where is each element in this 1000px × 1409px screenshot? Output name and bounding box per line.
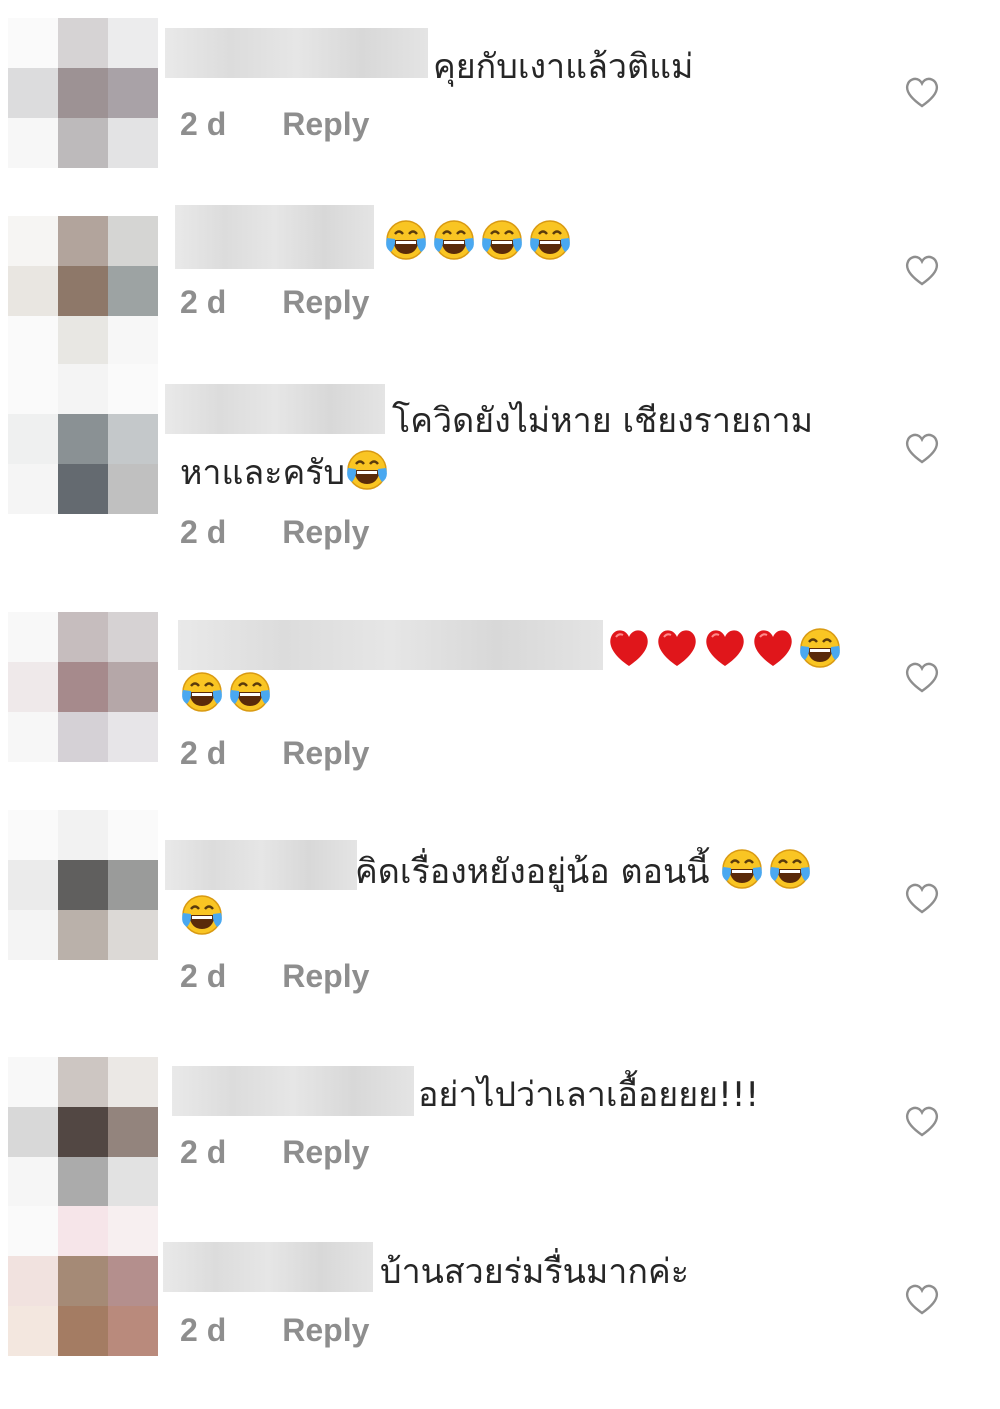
comment-emojis-line2 <box>180 891 228 945</box>
comment-time: 2 d <box>180 106 227 142</box>
face-with-tears-of-joy-icon <box>528 218 572 262</box>
red-heart-icon <box>606 626 652 670</box>
comment-meta: 2 d Reply <box>180 735 369 772</box>
like-heart-icon[interactable] <box>904 431 940 465</box>
like-heart-icon[interactable] <box>904 1104 940 1138</box>
face-with-tears-of-joy-icon <box>768 847 812 891</box>
username-blurred[interactable] <box>172 1066 414 1116</box>
comment-meta: 2 d Reply <box>180 284 369 321</box>
red-heart-icon <box>654 626 700 670</box>
username-blurred[interactable] <box>178 620 603 670</box>
like-heart-icon[interactable] <box>904 253 940 287</box>
comment-meta: 2 d Reply <box>180 514 369 551</box>
username-blurred[interactable] <box>165 28 428 78</box>
comment-time: 2 d <box>180 284 227 320</box>
like-heart-icon[interactable] <box>904 660 940 694</box>
reply-button[interactable]: Reply <box>282 1134 369 1170</box>
avatar[interactable] <box>8 1057 158 1207</box>
reply-button[interactable]: Reply <box>282 735 369 771</box>
avatar[interactable] <box>8 364 158 514</box>
reply-button[interactable]: Reply <box>282 514 369 550</box>
avatar[interactable] <box>8 216 158 366</box>
red-heart-icon <box>702 626 748 670</box>
comment-text: บ้านสวยร่มรื่นมากค่ะ <box>380 1252 689 1292</box>
face-with-tears-of-joy-icon <box>480 218 524 262</box>
username-blurred[interactable] <box>165 384 385 434</box>
avatar[interactable] <box>8 18 158 168</box>
face-with-tears-of-joy-icon <box>798 626 842 670</box>
face-with-tears-of-joy-icon <box>180 670 224 714</box>
username-blurred[interactable] <box>175 205 374 269</box>
like-heart-icon[interactable] <box>904 1282 940 1316</box>
comment-meta: 2 d Reply <box>180 1134 369 1171</box>
face-with-tears-of-joy-icon <box>432 218 476 262</box>
username-blurred[interactable] <box>165 840 357 890</box>
red-heart-icon <box>750 626 796 670</box>
reply-button[interactable]: Reply <box>282 284 369 320</box>
comment-text: โควิดยังไม่หาย เชียงรายถาม <box>392 401 814 441</box>
face-with-tears-of-joy-icon <box>180 893 224 937</box>
comment-text: อย่าไปว่าเลาเอื้อยยย!!! <box>418 1075 759 1115</box>
comment-time: 2 d <box>180 735 227 771</box>
face-with-tears-of-joy-icon <box>384 218 428 262</box>
comment-time: 2 d <box>180 514 227 550</box>
comment-time: 2 d <box>180 958 227 994</box>
comment-emojis <box>384 216 576 270</box>
face-with-tears-of-joy-icon <box>228 670 272 714</box>
avatar[interactable] <box>8 810 158 960</box>
comment-meta: 2 d Reply <box>180 106 369 143</box>
comment-time: 2 d <box>180 1134 227 1170</box>
avatar[interactable] <box>8 1206 158 1356</box>
username-blurred[interactable] <box>163 1242 373 1292</box>
face-with-tears-of-joy-icon <box>720 847 764 891</box>
face-with-tears-of-joy-icon <box>345 448 389 492</box>
comment-meta: 2 d Reply <box>180 958 369 995</box>
comment-emojis <box>606 624 846 678</box>
reply-button[interactable]: Reply <box>282 106 369 142</box>
comment-text: คิดเรื่องหยังอยู่น้อ ตอนนี้ <box>355 845 816 899</box>
comment-text: คุยกับเงาแล้วติแม่ <box>433 47 694 87</box>
like-heart-icon[interactable] <box>904 881 940 915</box>
comment-time: 2 d <box>180 1312 227 1348</box>
avatar[interactable] <box>8 612 158 762</box>
comment-meta: 2 d Reply <box>180 1312 369 1349</box>
comment-emojis-line2 <box>180 668 276 722</box>
comment-text-line2: หาและครับ <box>180 446 393 500</box>
like-heart-icon[interactable] <box>904 75 940 109</box>
reply-button[interactable]: Reply <box>282 958 369 994</box>
reply-button[interactable]: Reply <box>282 1312 369 1348</box>
